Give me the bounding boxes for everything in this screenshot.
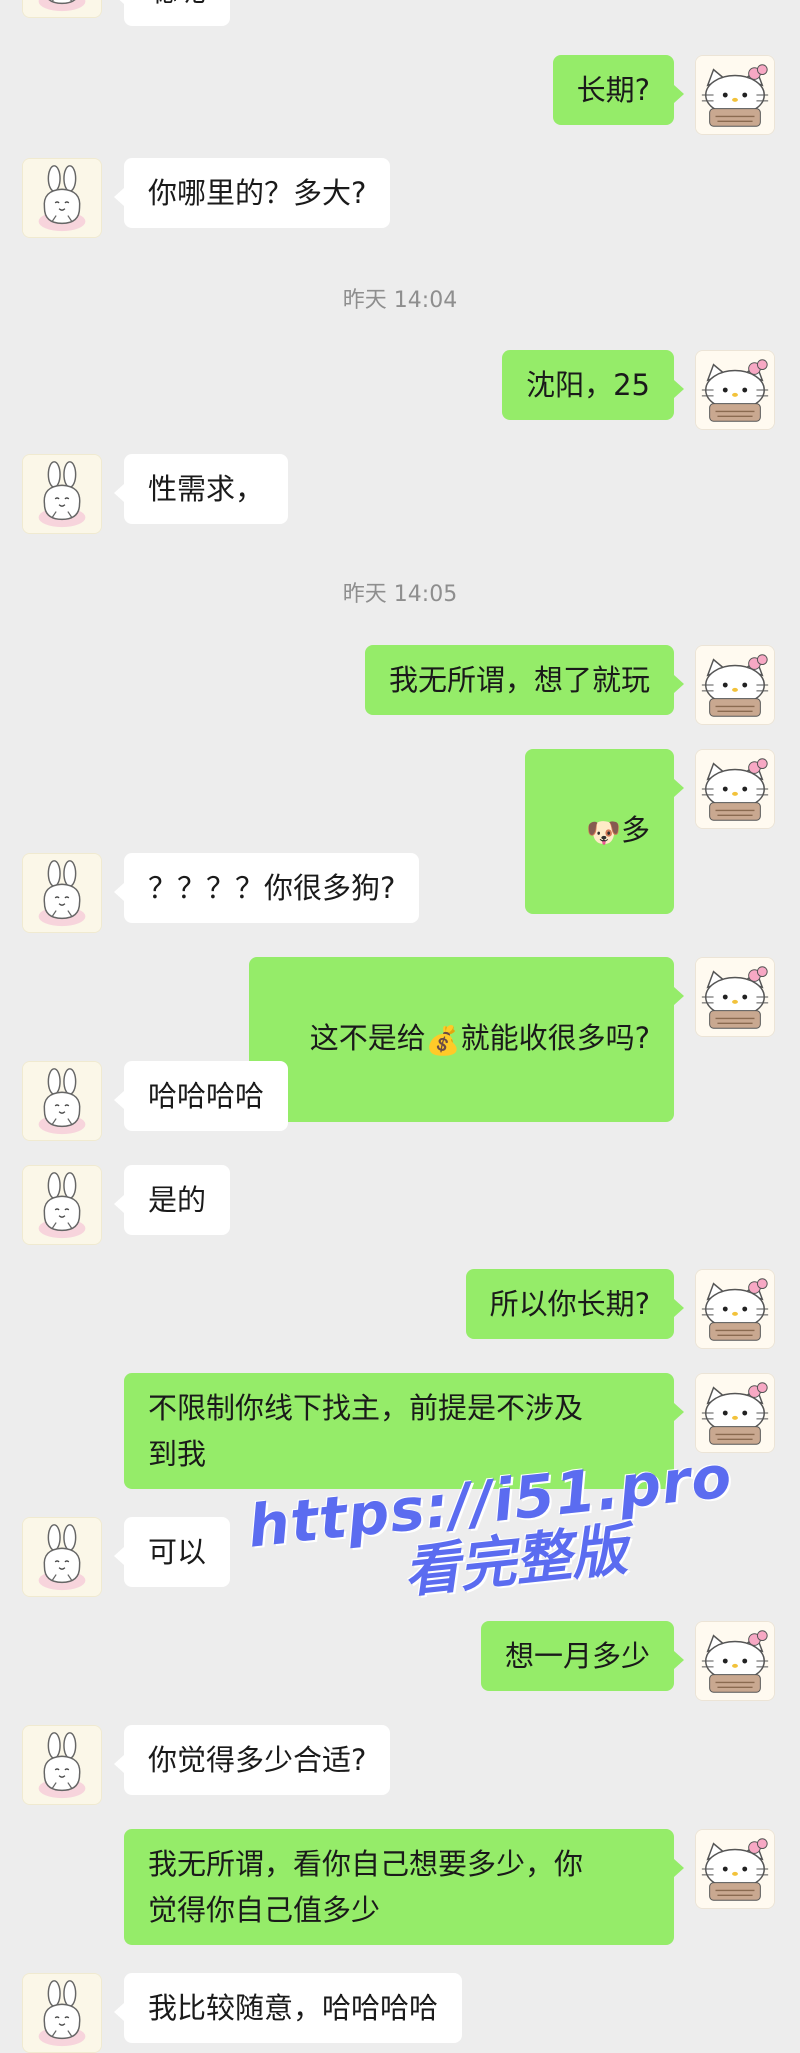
message-text: 这不是给: [309, 1021, 426, 1055]
incoming-message[interactable]: 是的: [113, 1165, 231, 1235]
chat-area[interactable]: 聪呢 长期? 你哪里的？多大? 昨天 14:04 沈阳，25 性需求， 昨天 1…: [0, 0, 800, 2053]
outgoing-message[interactable]: 这不是给💰就能收很多吗?: [248, 957, 685, 1122]
incoming-message[interactable]: 你觉得多少合适?: [113, 1725, 391, 1795]
contact-avatar[interactable]: [22, 0, 102, 18]
outgoing-message[interactable]: 我无所谓，看你自己想要多少，你 觉得你自己值多少: [124, 1829, 684, 1945]
self-avatar[interactable]: [695, 1373, 775, 1453]
outgoing-message[interactable]: 沈阳，25: [502, 350, 684, 420]
contact-avatar[interactable]: [22, 1725, 102, 1805]
contact-avatar[interactable]: [22, 1517, 102, 1597]
outgoing-message[interactable]: 长期?: [552, 55, 685, 125]
outgoing-message[interactable]: 不限制你线下找主，前提是不涉及 到我: [124, 1373, 684, 1489]
outgoing-message[interactable]: 想一月多少: [480, 1621, 685, 1691]
outgoing-message[interactable]: 🐶多: [525, 749, 684, 914]
contact-avatar[interactable]: [22, 158, 102, 238]
self-avatar[interactable]: [695, 645, 775, 725]
timestamp: 昨天 14:05: [342, 582, 458, 607]
self-avatar[interactable]: [695, 1829, 775, 1909]
incoming-message[interactable]: 你哪里的？多大?: [113, 158, 391, 228]
contact-avatar[interactable]: [22, 1165, 102, 1245]
incoming-message[interactable]: 我比较随意，哈哈哈哈: [113, 1973, 463, 2043]
timestamp: 昨天 14:04: [342, 288, 458, 313]
contact-avatar[interactable]: [22, 454, 102, 534]
incoming-message[interactable]: 可以: [113, 1517, 231, 1587]
message-text: 多: [620, 813, 650, 847]
self-avatar[interactable]: [695, 55, 775, 135]
message-text: 就能收很多吗?: [460, 1021, 650, 1055]
incoming-message[interactable]: 性需求，: [113, 454, 289, 524]
self-avatar[interactable]: [695, 350, 775, 430]
self-avatar[interactable]: [695, 1621, 775, 1701]
self-avatar[interactable]: [695, 749, 775, 829]
self-avatar[interactable]: [695, 957, 775, 1037]
contact-avatar[interactable]: [22, 1061, 102, 1141]
outgoing-message[interactable]: 我无所谓，想了就玩: [364, 645, 685, 715]
contact-avatar[interactable]: [22, 853, 102, 933]
incoming-message[interactable]: ？？？？你很多狗?: [113, 853, 420, 923]
contact-avatar[interactable]: [22, 1973, 102, 2053]
dog-icon: 🐶: [586, 816, 621, 849]
incoming-message[interactable]: 哈哈哈哈: [113, 1061, 289, 1131]
self-avatar[interactable]: [695, 1269, 775, 1349]
watermark-text: 看完整版: [400, 1517, 631, 1606]
outgoing-message[interactable]: 所以你长期?: [465, 1269, 685, 1339]
incoming-message[interactable]: 聪呢: [113, 0, 231, 26]
money-bag-icon: 💰: [425, 1024, 461, 1057]
